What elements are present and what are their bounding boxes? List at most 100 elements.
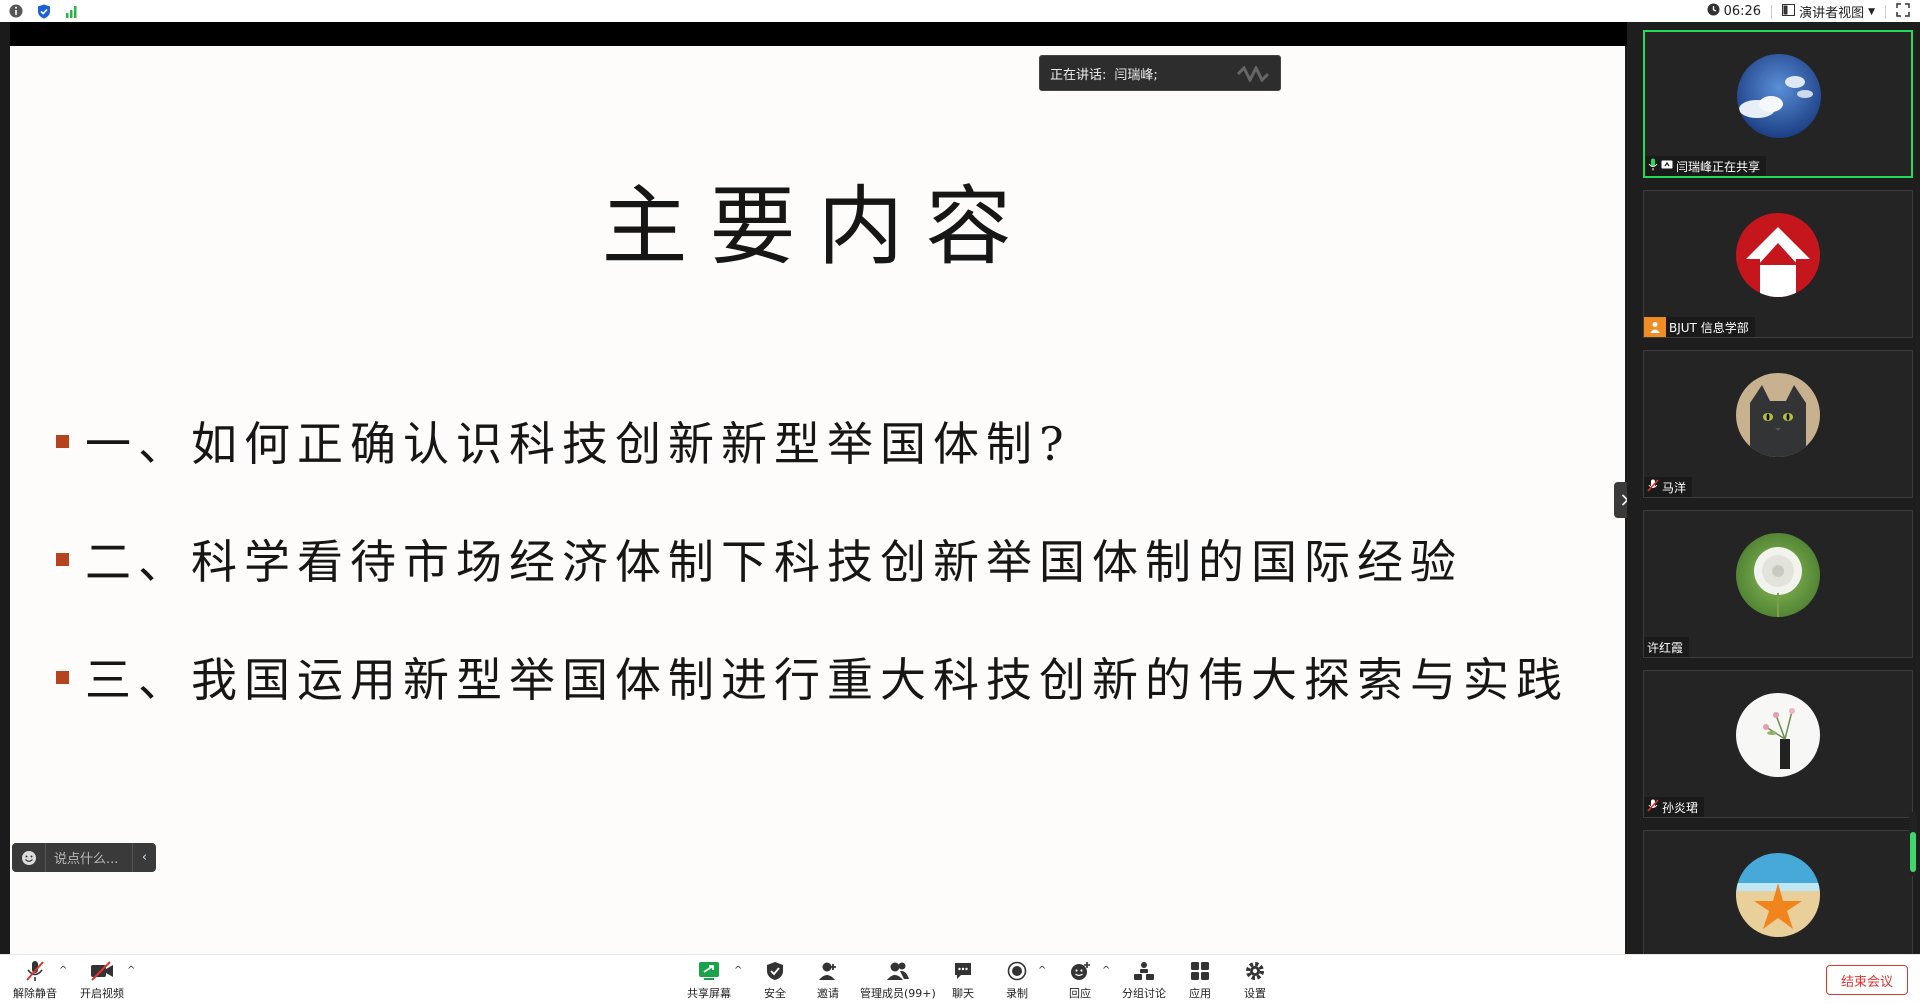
chevron-up-icon[interactable]: ^ — [1102, 965, 1110, 976]
signal-bars-icon[interactable] — [64, 3, 80, 19]
bullet-text: 一、如何正确认识科技创新新型举国体制? — [85, 417, 1071, 471]
mic-muted-icon — [23, 959, 47, 983]
top-left-icons — [8, 3, 80, 19]
emoji-add-icon — [1068, 959, 1092, 983]
gallery-scrollbar-thumb[interactable] — [1910, 832, 1916, 872]
participant-gallery: 闫瑞峰正在共享 BJUT 信息学部 马洋 许红霞 孙炎珺 — [1627, 22, 1920, 954]
unmute-button[interactable]: 解除静音 — [13, 959, 57, 1001]
chevron-left-icon[interactable]: ‹ — [132, 843, 156, 872]
active-speaker-indicator: 正在讲话: 闫瑞峰; — [1039, 55, 1281, 91]
shared-slide: 主要内容 一、如何正确认识科技创新新型举国体制? 二、科学看待市场经济体制下科技… — [10, 46, 1625, 954]
clock-icon — [1707, 3, 1720, 20]
view-mode-dropdown[interactable]: 演讲者视图 ▼ — [1782, 2, 1875, 21]
bullet-text: 三、我国运用新型举国体制进行重大科技创新的伟大探索与实践 — [85, 653, 1569, 707]
chat-button[interactable]: 聊天 — [951, 959, 975, 1001]
settings-button[interactable]: 设置 — [1243, 959, 1267, 1001]
invite-label: 邀请 — [817, 987, 839, 1000]
breakout-rooms-button[interactable]: 分组讨论 — [1122, 959, 1166, 1001]
participant-tile[interactable]: 闫瑞峰正在共享 — [1643, 30, 1913, 178]
settings-label: 设置 — [1244, 987, 1266, 1000]
divider — [1771, 4, 1773, 19]
add-person-icon — [816, 959, 840, 983]
participant-name-bar: 闫瑞峰正在共享 — [1645, 156, 1767, 176]
share-screen-label: 共享屏幕 — [687, 987, 731, 1000]
meeting-timer: 06:26 — [1707, 3, 1761, 20]
chat-label: 聊天 — [952, 987, 974, 1000]
slide-top-band — [10, 22, 1627, 46]
participant-name-bar: 孙炎珺 — [1644, 797, 1705, 817]
participant-name: BJUT 信息学部 — [1669, 320, 1749, 335]
share-icon — [1661, 159, 1673, 173]
chevron-up-icon[interactable]: ^ — [1038, 965, 1046, 976]
starfish-beach-avatar — [1736, 853, 1820, 937]
participant-tile[interactable]: 孙炎珺 — [1643, 670, 1913, 818]
start-video-label: 开启视频 — [80, 987, 124, 1000]
dandelion-avatar — [1736, 533, 1820, 617]
participant-tile[interactable]: 许红霞 — [1643, 510, 1913, 658]
speaking-label: 正在讲话: — [1050, 67, 1107, 83]
react-button[interactable]: 回应 — [1068, 959, 1092, 1001]
participant-name: 闫瑞峰正在共享 — [1676, 159, 1761, 174]
share-screen-button[interactable]: 共享屏幕 — [687, 959, 731, 1001]
apps-button[interactable]: 应用 — [1188, 959, 1212, 1001]
grid-view-icon — [1782, 3, 1796, 20]
slide-bullet: 一、如何正确认识科技创新新型举国体制? — [56, 408, 1071, 474]
bullet-square-icon — [56, 434, 69, 448]
participant-name-bar: 许红霞 — [1644, 637, 1690, 657]
breakout-rooms-label: 分组讨论 — [1122, 987, 1166, 1000]
apps-grid-icon — [1188, 959, 1212, 983]
caret-down-icon: ▼ — [1868, 6, 1875, 17]
cat-avatar — [1736, 373, 1820, 457]
speaker-name: 闫瑞峰; — [1114, 67, 1158, 83]
audio-wave-icon — [1236, 66, 1270, 82]
divider — [1885, 4, 1886, 19]
breakout-rooms-icon — [1132, 959, 1156, 983]
participant-name: 孙炎珺 — [1662, 800, 1699, 815]
gear-icon — [1243, 959, 1267, 983]
fullscreen-icon[interactable] — [1896, 2, 1910, 21]
chat-placeholder[interactable]: 说点什么... — [46, 848, 132, 867]
sky-clouds-avatar — [1737, 54, 1821, 138]
bullet-square-icon — [56, 670, 69, 684]
chevron-up-icon[interactable]: ^ — [59, 965, 67, 976]
security-label: 安全 — [764, 987, 786, 1000]
top-right-controls: 06:26 演讲者视图 ▼ — [1707, 2, 1910, 21]
shield-icon — [763, 959, 787, 983]
bullet-text: 二、科学看待市场经济体制下科技创新举国体制的国际经验 — [85, 535, 1463, 589]
quick-chat-box[interactable]: 说点什么... ‹ — [12, 843, 156, 872]
start-video-button[interactable]: 开启视频 — [80, 959, 124, 1001]
meeting-toolbar: 解除静音 ^ 开启视频 ^ 共享屏幕 ^ 安全 邀请 管理成员(99+) 聊天 … — [0, 954, 1920, 1004]
apps-label: 应用 — [1189, 987, 1211, 1000]
mic-icon — [1648, 158, 1658, 174]
security-button[interactable]: 安全 — [763, 959, 787, 1001]
emoji-icon[interactable] — [12, 843, 46, 872]
video-off-icon — [90, 959, 114, 983]
people-icon — [886, 959, 910, 983]
end-meeting-button[interactable]: 结束会议 — [1826, 965, 1908, 995]
chevron-up-icon[interactable]: ^ — [127, 965, 135, 976]
bullet-square-icon — [56, 552, 69, 566]
mic-muted-icon — [1647, 479, 1659, 495]
red-arrow-logo-avatar — [1736, 213, 1820, 297]
unmute-label: 解除静音 — [13, 987, 57, 1000]
person-badge-icon — [1644, 317, 1666, 337]
participant-tile[interactable]: 马洋 — [1643, 350, 1913, 498]
participant-name-bar: BJUT 信息学部 — [1644, 317, 1755, 337]
chevron-up-icon[interactable]: ^ — [734, 965, 742, 976]
info-icon[interactable] — [8, 3, 24, 19]
invite-button[interactable]: 邀请 — [816, 959, 840, 1001]
manage-members-button[interactable]: 管理成员(99+) — [860, 959, 936, 1001]
view-mode-label: 演讲者视图 — [1799, 6, 1865, 21]
participant-name: 马洋 — [1662, 480, 1687, 495]
manage-members-label: 管理成员(99+) — [860, 987, 936, 1000]
shield-check-icon[interactable] — [36, 3, 52, 19]
slide-bullet: 三、我国运用新型举国体制进行重大科技创新的伟大探索与实践 — [56, 644, 1569, 710]
react-label: 回应 — [1069, 987, 1091, 1000]
flower-vase-avatar — [1736, 693, 1820, 777]
participant-name-bar: 马洋 — [1644, 477, 1693, 497]
record-button[interactable]: 录制 — [1005, 959, 1029, 1001]
participant-tile[interactable]: BJUT 信息学部 — [1643, 190, 1913, 338]
share-screen-icon — [697, 959, 721, 983]
participant-name: 许红霞 — [1647, 640, 1684, 655]
participant-tile[interactable] — [1643, 830, 1913, 954]
